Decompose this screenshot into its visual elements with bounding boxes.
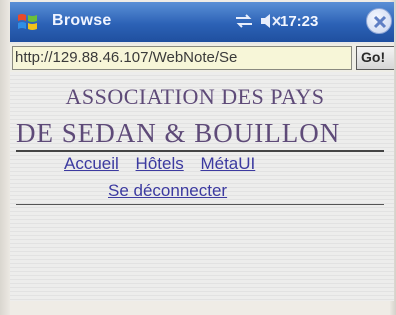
device-bezel-left	[0, 0, 10, 315]
close-icon	[373, 15, 387, 29]
logout-link[interactable]: Se déconnecter	[108, 181, 227, 201]
app-title: Browse	[52, 12, 112, 29]
screen: Browse 17:23 http://129.88.46.107/WebNot…	[10, 2, 394, 301]
go-button[interactable]: Go!	[356, 46, 394, 70]
divider-top	[16, 150, 384, 152]
org-heading-line2: DE SEDAN & BOUILLON	[16, 118, 341, 148]
title-bar: Browse 17:23	[10, 2, 394, 42]
url-input[interactable]: http://129.88.46.107/WebNote/Se	[12, 46, 352, 70]
address-bar: http://129.88.46.107/WebNote/Se Go!	[10, 44, 394, 72]
nav-link-metaui[interactable]: MétaUI	[200, 154, 255, 173]
windows-start-icon[interactable]	[16, 10, 40, 34]
nav-links: Accueil Hôtels MétaUI	[64, 154, 267, 174]
connectivity-icon[interactable]	[234, 13, 254, 29]
org-heading-line1: ASSOCIATION DES PAYS	[65, 84, 325, 109]
speaker-muted-icon[interactable]	[260, 13, 282, 29]
device-frame: Browse 17:23 http://129.88.46.107/WebNot…	[0, 0, 396, 315]
page-content: ASSOCIATION DES PAYS DE SEDAN & BOUILLON…	[10, 72, 394, 301]
clock[interactable]: 17:23	[280, 13, 318, 30]
nav-link-accueil[interactable]: Accueil	[64, 154, 119, 173]
nav-link-hotels[interactable]: Hôtels	[136, 154, 184, 173]
close-button[interactable]	[366, 8, 392, 34]
divider-bottom	[16, 204, 384, 205]
